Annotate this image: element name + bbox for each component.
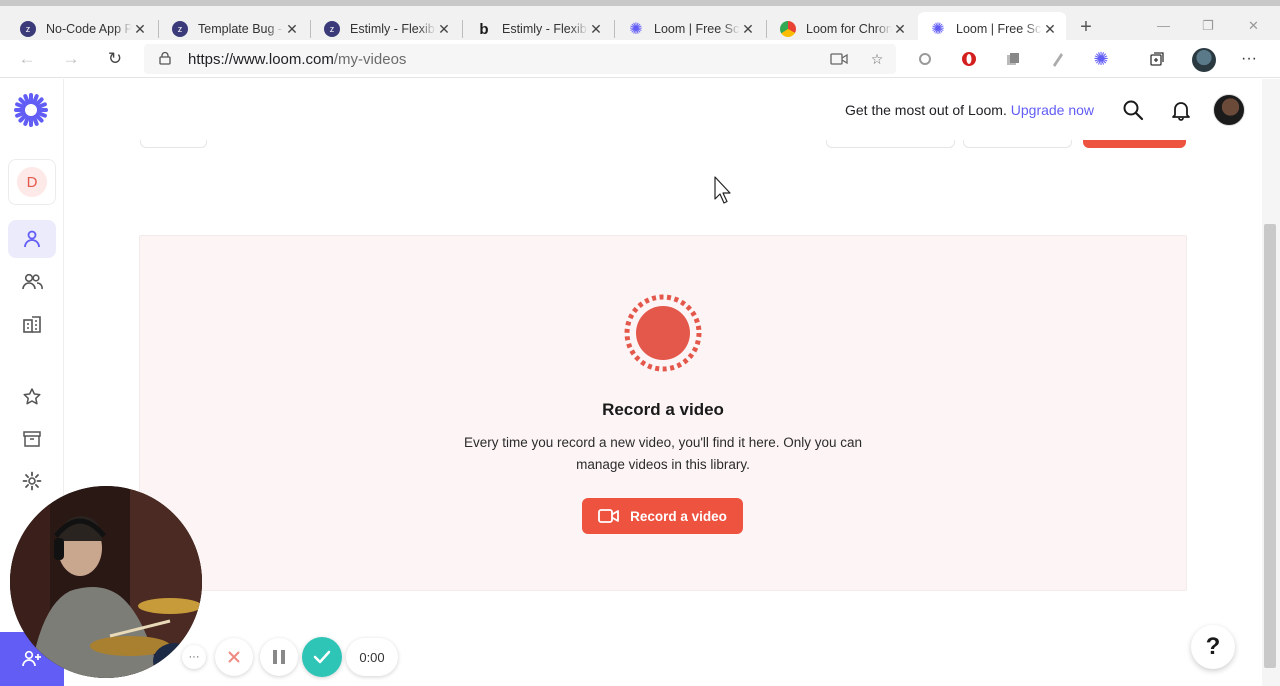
workspace-avatar: D	[17, 167, 47, 197]
bell-icon[interactable]	[1170, 99, 1192, 121]
scrollbar-thumb[interactable]	[1264, 224, 1276, 668]
recorder-cancel-button[interactable]	[215, 638, 253, 676]
archive-icon	[23, 431, 41, 447]
checkmark-icon	[313, 650, 331, 664]
empty-state-description: Every time you record a new video, you'l…	[463, 435, 863, 472]
profile-avatar[interactable]	[1192, 48, 1216, 72]
extension-circle-icon[interactable]	[916, 50, 934, 68]
sidebar-item-settings[interactable]	[8, 462, 56, 500]
favorite-star-icon[interactable]: ☆	[868, 50, 886, 68]
gear-icon	[22, 471, 42, 491]
browser-tab-bar: z No-Code App P ✕ z Template Bug - ✕ z E…	[0, 0, 1280, 46]
person-icon	[24, 230, 40, 248]
camera-icon[interactable]	[830, 50, 848, 68]
new-video-button[interactable]	[1083, 140, 1186, 148]
close-icon[interactable]: ✕	[740, 21, 756, 38]
bubble-z-icon: z	[172, 21, 188, 37]
close-icon[interactable]: ✕	[436, 21, 452, 38]
sidebar-item-archive[interactable]	[8, 420, 56, 458]
reload-icon[interactable]: ↻	[104, 48, 126, 70]
record-video-label: Record a video	[630, 508, 727, 524]
cancel-x-icon	[228, 651, 240, 663]
user-avatar[interactable]	[1213, 94, 1245, 126]
minimize-icon[interactable]: —	[1157, 18, 1170, 33]
promo-text: Get the most out of Loom.	[845, 102, 1007, 118]
sidebar-item-my-library[interactable]	[8, 220, 56, 258]
view-control[interactable]	[963, 140, 1072, 148]
sort-control[interactable]	[826, 140, 955, 148]
help-button[interactable]: ?	[1191, 625, 1235, 669]
recorder-more-button[interactable]: ···	[182, 645, 206, 669]
loom-logo[interactable]	[14, 93, 48, 132]
browser-toolbar: ← → ↻ https://www.loom.com/my-videos ☆ ✺…	[0, 40, 1280, 78]
close-icon[interactable]: ✕	[1042, 21, 1058, 38]
buildings-icon	[23, 316, 41, 333]
chrome-store-icon	[780, 21, 796, 37]
recorder-finish-button[interactable]	[302, 637, 342, 677]
search-icon[interactable]	[1122, 99, 1144, 121]
workspace-switcher[interactable]: D	[8, 159, 56, 205]
close-icon[interactable]: ✕	[588, 21, 604, 38]
upgrade-link[interactable]: Upgrade now	[1011, 102, 1094, 118]
close-icon[interactable]: ✕	[284, 21, 300, 38]
loom-icon: ✺	[629, 21, 643, 38]
extension-pen-icon[interactable]	[1048, 50, 1066, 68]
extension-opera-icon[interactable]	[960, 50, 978, 68]
tab-title: Loom | Free Scr	[956, 22, 1042, 36]
close-icon[interactable]: ✕	[132, 21, 148, 38]
bubble-z-icon: z	[20, 21, 36, 37]
url-host: https://www.loom.com	[188, 51, 334, 68]
back-icon[interactable]: ←	[16, 48, 38, 70]
pause-icon	[273, 650, 285, 664]
tab-title: Template Bug -	[198, 22, 283, 36]
empty-state-title: Record a video	[602, 400, 724, 419]
loom-icon: ✺	[931, 21, 945, 38]
new-tab-button[interactable]: +	[1076, 16, 1096, 39]
record-icon	[624, 294, 702, 372]
people-icon	[22, 273, 43, 290]
bubble-b-icon: b	[479, 20, 489, 38]
loom-extension-icon[interactable]: ✺	[1092, 49, 1110, 69]
restore-icon[interactable]: ❐	[1202, 18, 1214, 34]
more-menu-icon[interactable]: ···	[1240, 50, 1258, 68]
sidebar-item-workspace[interactable]	[8, 305, 56, 343]
record-video-button[interactable]: Record a video	[582, 498, 743, 534]
camera-bubble[interactable]	[10, 486, 202, 678]
filter-control[interactable]	[140, 140, 207, 148]
address-bar[interactable]: https://www.loom.com/my-videos ☆	[144, 44, 896, 74]
tab-title: Loom | Free Scr	[654, 22, 740, 36]
sidebar-item-team[interactable]	[8, 263, 56, 301]
video-camera-icon	[598, 509, 620, 523]
close-icon[interactable]: ✕	[892, 21, 908, 38]
recorder-timer: 0:00	[346, 638, 398, 676]
extension-stack-icon[interactable]	[1004, 50, 1022, 68]
collections-icon[interactable]	[1148, 50, 1166, 68]
tab-title: Estimly - Flexibl	[350, 22, 436, 36]
sidebar-item-favorites[interactable]	[8, 378, 56, 416]
star-icon	[23, 388, 41, 405]
tab-title: No-Code App P	[46, 22, 132, 36]
lock-icon	[159, 51, 171, 65]
url-text: https://www.loom.com/my-videos	[188, 51, 406, 68]
tab-title: Estimly - Flexibl	[502, 22, 588, 36]
url-path: /my-videos	[333, 51, 407, 68]
mouse-cursor	[714, 176, 731, 204]
recorder-pause-button[interactable]	[260, 638, 298, 676]
tab-title: Loom for Chron	[806, 22, 892, 36]
forward-icon[interactable]: →	[60, 48, 82, 70]
upgrade-banner: Get the most out of Loom. Upgrade now	[845, 102, 1094, 118]
bubble-z-icon: z	[324, 21, 340, 37]
window-close-icon[interactable]: ✕	[1248, 18, 1259, 34]
